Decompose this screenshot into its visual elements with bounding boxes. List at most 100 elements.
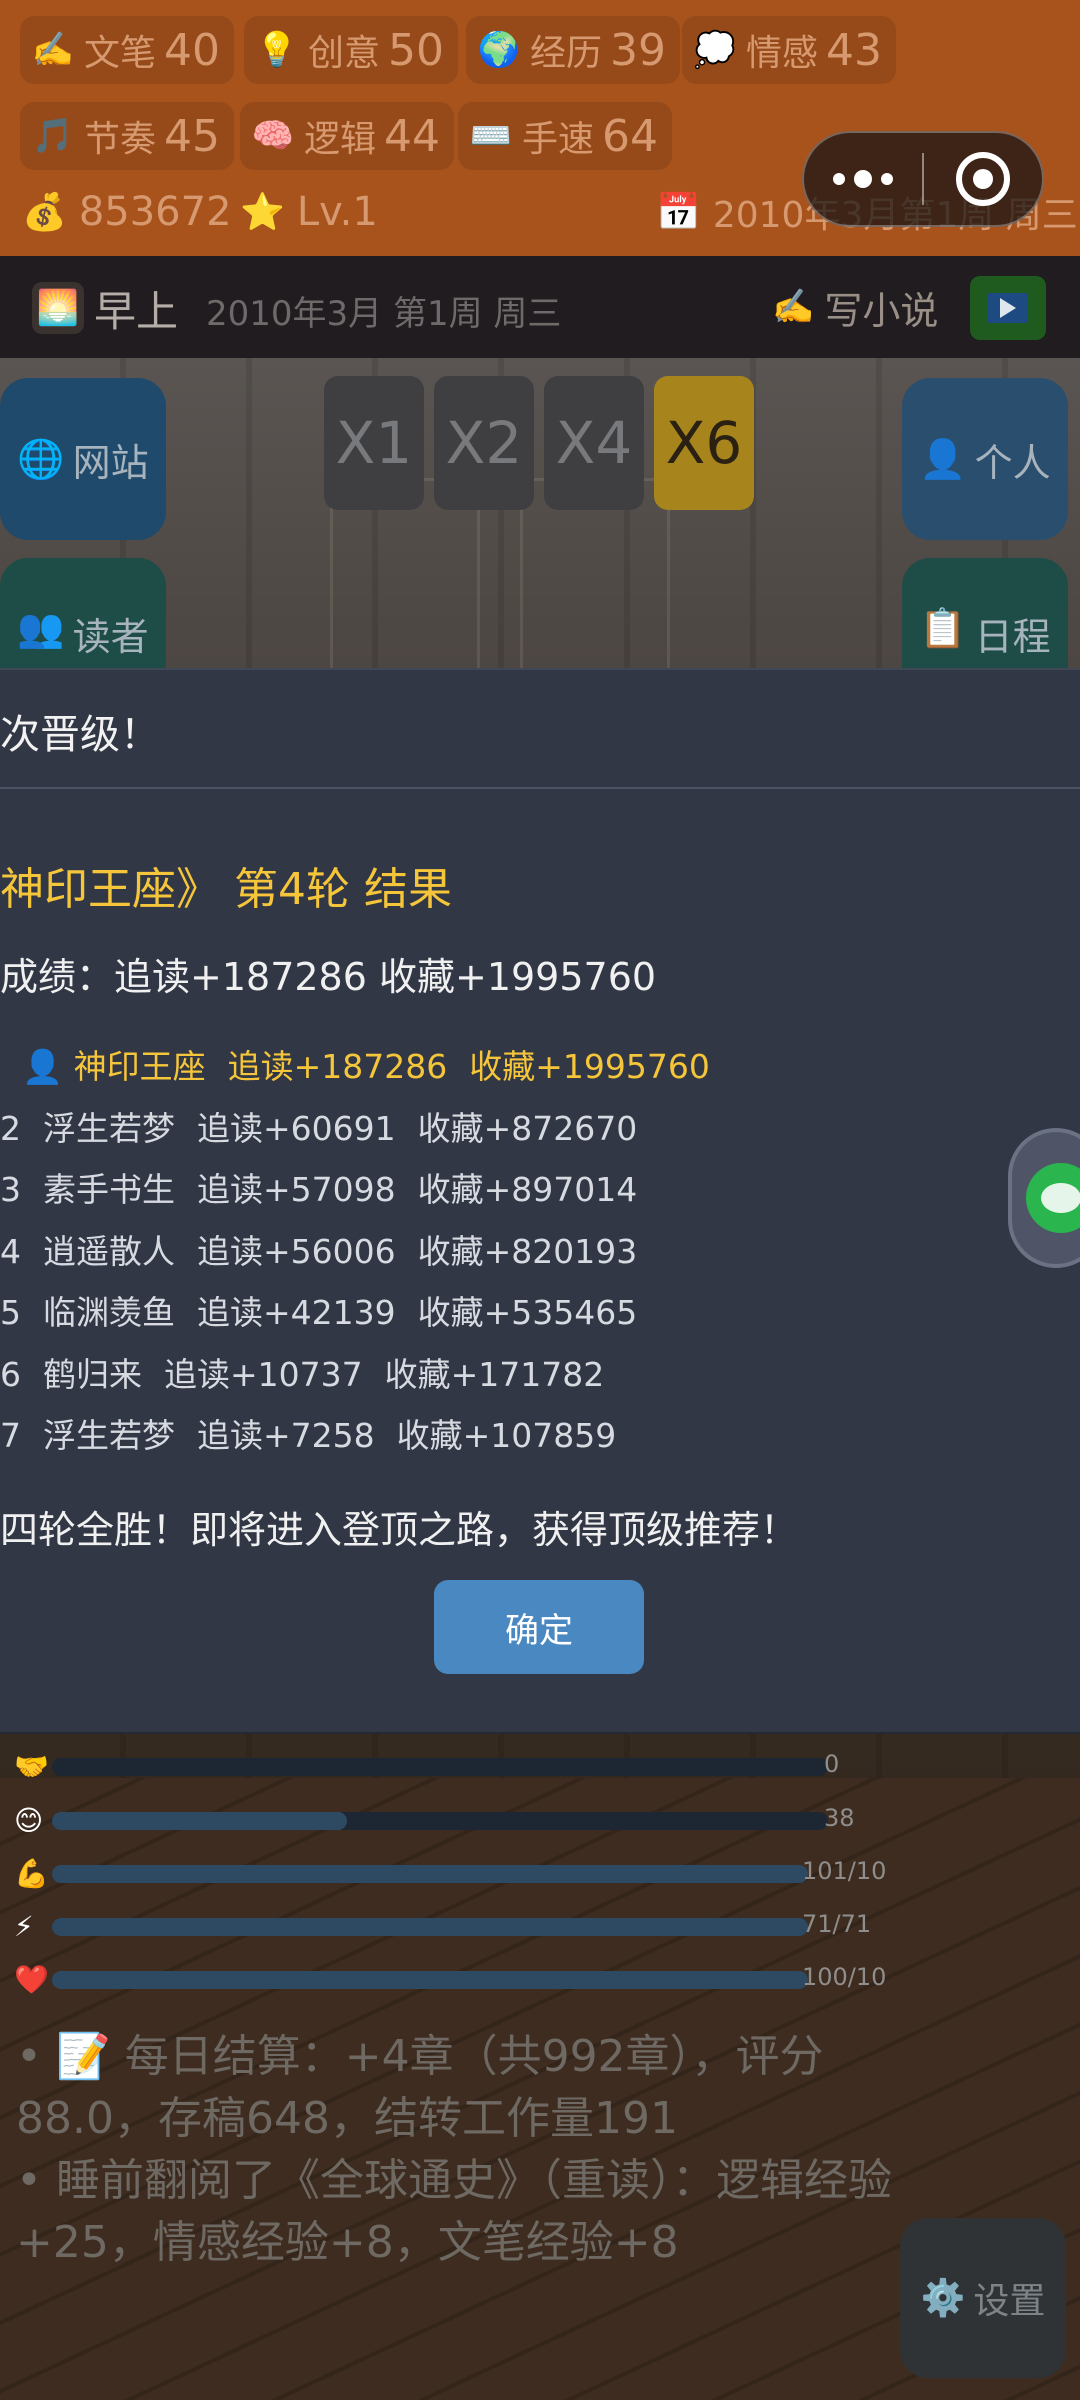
stat-label: 逻辑 bbox=[304, 119, 377, 160]
bar-fill bbox=[52, 1971, 808, 1989]
pen-icon: ✍️ bbox=[31, 30, 75, 70]
status-bar: 🤝 0 bbox=[14, 1750, 894, 1783]
ranking-row: 2 浮生若梦 追读+60691 收藏+872670 bbox=[0, 1102, 659, 1150]
result-message: 四轮全胜！即将进入登顶之路，获得顶级推荐！ bbox=[0, 1508, 799, 1552]
rank-name: 浮生若梦 bbox=[43, 1416, 175, 1455]
rank-number: 6 bbox=[0, 1355, 21, 1394]
confirm-button[interactable]: 确定 bbox=[434, 1580, 644, 1674]
stat-value: 50 bbox=[388, 24, 445, 76]
stat-writing: ✍️ 文笔 40 bbox=[20, 16, 235, 84]
rank-name: 浮生若梦 bbox=[43, 1109, 175, 1148]
event-log: • 📝 每日结算：+4章（共992章），评分88.0，存稿648，结转工作量19… bbox=[0, 2026, 900, 2274]
money-value: 853672 bbox=[78, 189, 232, 235]
rank-collect: 收藏+872670 bbox=[417, 1109, 638, 1148]
bar-value: 71/71 bbox=[802, 1910, 872, 1938]
stat-label: 创意 bbox=[308, 33, 381, 74]
bar-track bbox=[52, 1812, 828, 1830]
rank-collect: 收藏+107859 bbox=[396, 1416, 617, 1455]
rank-name: 素手书生 bbox=[43, 1170, 175, 1209]
speed-x6-button[interactable]: X6 bbox=[654, 376, 754, 510]
personal-button[interactable]: 👤 个人 bbox=[902, 378, 1068, 540]
ranking-row: 5 临渊羡鱼 追读+42139 收藏+535465 bbox=[0, 1286, 659, 1334]
writing-hand-icon: ✍️ bbox=[772, 287, 815, 327]
rank-follow: 追读+60691 bbox=[197, 1109, 396, 1148]
status-bar: 💪 101/10 bbox=[14, 1857, 894, 1890]
globe-icon: 🌍 bbox=[477, 30, 521, 70]
stat-label: 节奏 bbox=[84, 119, 157, 160]
smile-icon: 😊 bbox=[14, 1804, 44, 1837]
rank-follow: 追读+42139 bbox=[197, 1293, 396, 1332]
website-label: 网站 bbox=[72, 440, 149, 485]
bar-track bbox=[52, 1865, 808, 1883]
write-novel-button[interactable]: ✍️ 写小说 bbox=[772, 278, 938, 336]
person-icon: 👤 bbox=[919, 436, 967, 481]
more-menu-button[interactable] bbox=[804, 133, 922, 225]
speed-x1-button[interactable]: X1 bbox=[324, 376, 424, 510]
ranking-row: 3 素手书生 追读+57098 收藏+897014 bbox=[0, 1163, 659, 1211]
dialog-title: 次晋级！ bbox=[0, 712, 160, 758]
ranking-row: 6 鹤归来 追读+10737 收藏+171782 bbox=[0, 1348, 626, 1396]
customer-service-button[interactable] bbox=[1008, 1128, 1080, 1268]
keyboard-icon: ⌨️ bbox=[469, 116, 513, 156]
bar-value: 100/10 bbox=[802, 1963, 887, 1991]
clipboard-icon: 📋 bbox=[919, 606, 967, 650]
rank-collect: 收藏+171782 bbox=[384, 1355, 605, 1394]
rank-follow: 追读+187286 bbox=[227, 1047, 448, 1086]
stat-label: 手速 bbox=[522, 119, 595, 160]
play-button[interactable] bbox=[970, 276, 1046, 340]
round-result-dialog: 次晋级！ 神印王座》 第4轮 结果 成绩：追读+187286 收藏+199576… bbox=[0, 668, 1080, 1734]
ranking-row: 7 浮生若梦 追读+7258 收藏+107859 bbox=[0, 1409, 638, 1457]
status-bar: ⚡ 71/71 bbox=[14, 1910, 894, 1943]
rank-name: 逍遥散人 bbox=[43, 1232, 175, 1271]
website-button[interactable]: 🌐 网站 bbox=[0, 378, 166, 540]
sunrise-icon: 🌅 bbox=[32, 282, 84, 334]
stat-logic: 🧠 逻辑 44 bbox=[240, 102, 455, 170]
rank-number: 5 bbox=[0, 1293, 21, 1332]
stat-value: 44 bbox=[384, 110, 441, 162]
rank-collect: 收藏+1995760 bbox=[469, 1047, 710, 1086]
rank-name: 临渊羡鱼 bbox=[43, 1293, 175, 1332]
bar-fill bbox=[52, 1918, 808, 1936]
stat-value: 45 bbox=[164, 110, 221, 162]
rank-follow: 追读+7258 bbox=[197, 1416, 375, 1455]
money-bag-icon: 💰 bbox=[22, 192, 67, 233]
rank-number: 4 bbox=[0, 1232, 21, 1271]
wechat-icon bbox=[1026, 1163, 1080, 1233]
speed-x4-button[interactable]: X4 bbox=[544, 376, 644, 510]
bar-value: 38 bbox=[824, 1804, 855, 1832]
stat-label: 情感 bbox=[746, 33, 819, 74]
settings-button[interactable]: ⚙️ 设置 bbox=[900, 2218, 1066, 2378]
top-stats-bar: ✍️ 文笔 40 💡 创意 50 🌍 经历 39 💭 情感 43 🎵 节奏 45… bbox=[0, 0, 1080, 256]
bar-track bbox=[52, 1758, 828, 1776]
status-bar: ❤️ 100/10 bbox=[14, 1963, 894, 1996]
speed-x2-button[interactable]: X2 bbox=[434, 376, 534, 510]
settings-label: 设置 bbox=[973, 2281, 1046, 2322]
reader-label: 读者 bbox=[72, 615, 149, 659]
rank-number: 2 bbox=[0, 1109, 21, 1148]
stat-value: 43 bbox=[826, 24, 883, 76]
bar-fill bbox=[52, 1812, 347, 1830]
rank-number: 7 bbox=[0, 1416, 21, 1455]
stat-experience: 🌍 经历 39 bbox=[466, 16, 681, 84]
log-entry: • 📝 每日结算：+4章（共992章），评分88.0，存稿648，结转工作量19… bbox=[16, 2031, 824, 2144]
stat-rhythm: 🎵 节奏 45 bbox=[20, 102, 235, 170]
gear-icon: ⚙️ bbox=[920, 2278, 966, 2319]
bar-track bbox=[52, 1918, 808, 1936]
divider bbox=[0, 787, 1080, 789]
heart-icon: ❤️ bbox=[14, 1963, 49, 1996]
brain-icon: 🧠 bbox=[251, 116, 295, 156]
rank-follow: 追读+57098 bbox=[197, 1170, 396, 1209]
calendar-icon: 📅 bbox=[656, 192, 701, 233]
close-miniprogram-button[interactable] bbox=[924, 152, 1042, 206]
score-summary: 成绩：追读+187286 收藏+1995760 bbox=[0, 955, 657, 999]
globe-icon: 🌐 bbox=[17, 436, 65, 481]
rank-collect: 收藏+820193 bbox=[417, 1232, 638, 1271]
personal-label: 个人 bbox=[974, 440, 1051, 485]
stat-value: 40 bbox=[164, 24, 221, 76]
write-novel-label: 写小说 bbox=[824, 288, 939, 333]
bar-track bbox=[52, 1971, 808, 1989]
ranking-row: 4 逍遥散人 追读+56006 收藏+820193 bbox=[0, 1225, 659, 1273]
stat-creativity: 💡 创意 50 bbox=[244, 16, 459, 84]
time-bar: 🌅 早上 2010年3月 第1周 周三 ✍️ 写小说 bbox=[0, 256, 1080, 358]
stat-label: 经历 bbox=[530, 33, 603, 74]
